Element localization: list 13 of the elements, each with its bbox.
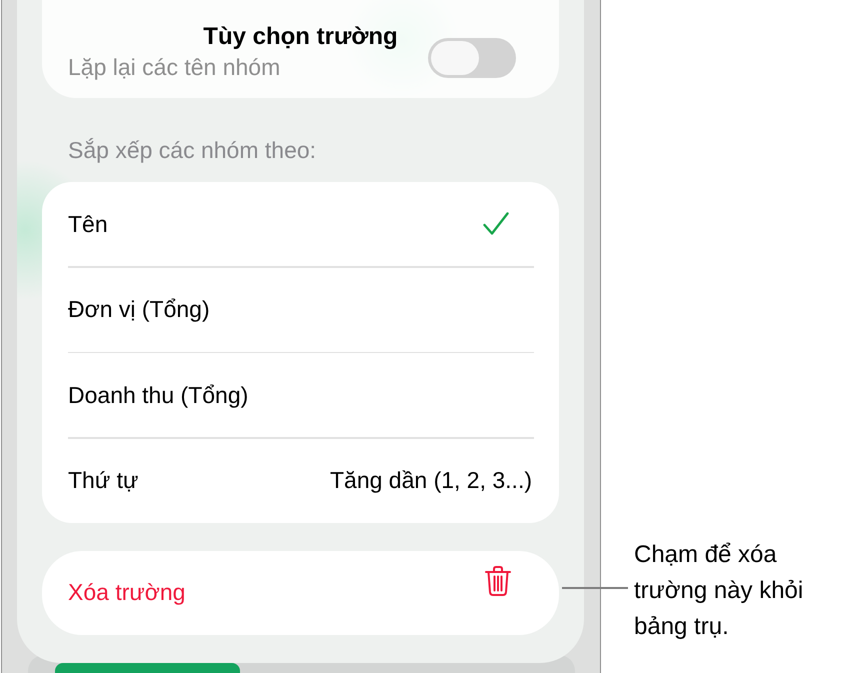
sort-option[interactable]: Tên (42, 182, 559, 266)
callout-text: Chạm để xóa trường này khỏi bảng trụ. (634, 540, 804, 642)
sort-option[interactable]: Đơn vị (Tổng) (42, 268, 559, 352)
sheet-title: Tùy chọn trường (202, 22, 399, 52)
delete-field-button[interactable]: Xóa trường (42, 550, 559, 634)
repeat-names-label: Lặp lại các tên nhóm (68, 54, 280, 80)
order-label: Thứ tự (68, 467, 138, 494)
toggle-switch[interactable] (428, 38, 516, 78)
trash-icon (485, 566, 511, 596)
sort-option[interactable]: Doanh thu (Tổng) (42, 353, 559, 437)
section-label: Sắp xếp các nhóm theo: (67, 136, 318, 164)
order-value[interactable]: Tăng dần (1, 2, 3...) (330, 467, 532, 494)
leader-line (562, 587, 628, 588)
